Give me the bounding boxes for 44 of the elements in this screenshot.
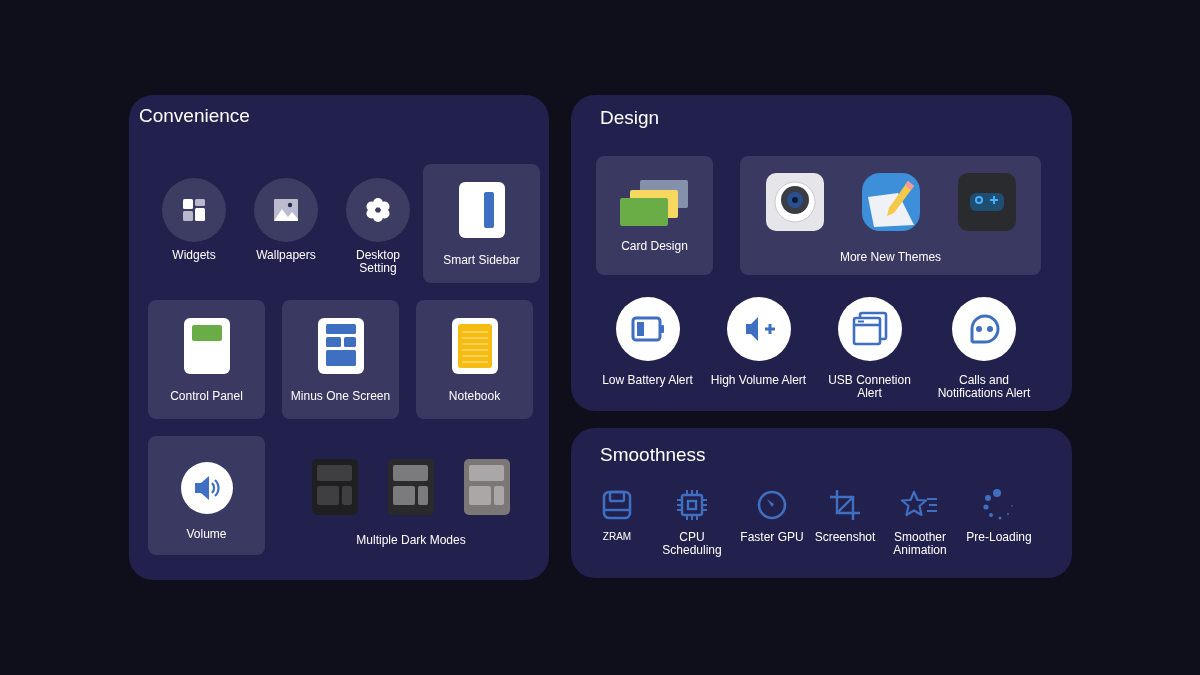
layout-icon (464, 459, 510, 515)
feature-label: Minus One Screen (290, 390, 391, 404)
feature-label: ZRAM (602, 531, 632, 542)
section-title: Design (600, 106, 660, 130)
chat-bubble-icon (952, 297, 1016, 361)
feature-label: CPU Scheduling (661, 531, 723, 558)
layout-icon (312, 459, 358, 515)
chip-icon (676, 489, 708, 521)
feature-label: More New Themes (839, 251, 942, 265)
feature-label: Desktop Setting (355, 249, 401, 276)
pencil-note-icon (861, 173, 920, 231)
loading-icon (982, 488, 1016, 522)
feature-label: USB Connetion Alert (827, 374, 912, 401)
feature-label: Card Design (621, 240, 688, 254)
layout-icon (317, 318, 364, 374)
layout-icon (388, 459, 434, 515)
battery-icon (615, 297, 680, 361)
control-panel-icon (183, 318, 230, 374)
feature-label: Screenshot (814, 531, 876, 545)
feature-label: Low Battery Alert (602, 374, 693, 388)
gamepad-icon (957, 173, 1016, 231)
feature-label: Wallpapers (256, 249, 316, 263)
feature-label: Control Panel (170, 390, 243, 404)
feature-label: Volume (186, 528, 227, 542)
speaker-icon (180, 462, 233, 514)
gauge-icon (757, 490, 787, 520)
section-title: Smoothness (600, 443, 706, 467)
feature-label: Faster GPU (740, 531, 804, 545)
feature-label: Multiple Dark Modes (356, 534, 466, 548)
sidebar-icon (458, 182, 505, 238)
notepad-icon (451, 318, 498, 374)
feature-label: Widgets (172, 249, 216, 263)
feature-label: Smoother Animation (892, 531, 948, 558)
windows-icon (837, 297, 902, 361)
section-title: Convenience (139, 104, 250, 128)
feature-label: Smart Sidebar (443, 254, 520, 268)
feature-label: Pre-Loading (966, 531, 1032, 545)
camera-icon (765, 173, 824, 231)
volume-plus-icon (726, 297, 791, 361)
feature-label: Notebook (448, 390, 501, 404)
feature-label: Calls and Notifications Alert (936, 374, 1032, 401)
cards-icon (619, 180, 690, 226)
crop-icon (829, 489, 861, 521)
feature-label: High Volume Alert (710, 374, 807, 388)
